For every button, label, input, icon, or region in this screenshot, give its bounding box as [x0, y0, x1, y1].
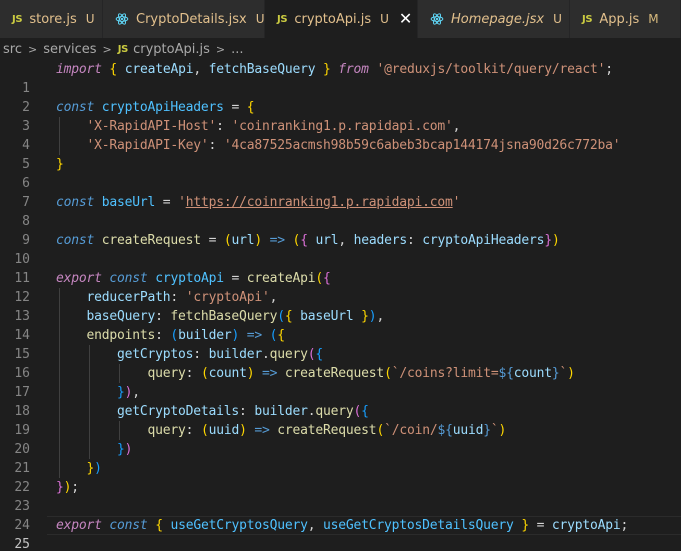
react-icon — [115, 12, 129, 26]
code-text: }) — [117, 442, 133, 457]
code-text: query: (uuid) => createRequest(`/coin/${… — [147, 423, 507, 438]
js-icon: JS — [12, 13, 23, 25]
tab-label: Homepage.jsx — [451, 11, 545, 27]
code-line: 17 query: (count) => createRequest(`/coi… — [0, 364, 681, 400]
code-text: export const cryptoApi = createApi({ — [56, 271, 331, 286]
js-icon: JS — [277, 13, 288, 25]
code-line: 5 'X-RapidAPI-Key': '4ca87525acmsh98b59c… — [0, 136, 681, 172]
code-line: 12 export const cryptoApi = createApi({ — [0, 269, 681, 305]
react-icon — [430, 12, 444, 26]
tab-cryptodetails-jsx[interactable]: CryptoDetails.jsx U — [103, 0, 265, 38]
code-line: 13 reducerPath: 'cryptoApi', — [0, 288, 681, 324]
code-text: reducerPath: 'cryptoApi', — [86, 290, 278, 305]
code-line: 11 — [0, 250, 681, 286]
base-url-link[interactable]: https://coinranking1.p.rapidapi.com — [186, 195, 453, 210]
code-line: 8 const baseUrl = 'https://coinranking1.… — [0, 193, 681, 229]
tab-label: cryptoApi.js — [294, 11, 372, 27]
code-line-current[interactable]: 25 export const { useGetCryptosQuery, us… — [0, 516, 681, 551]
tab-homepage-jsx[interactable]: Homepage.jsx U — [418, 0, 570, 38]
chevron-right-icon: > — [215, 42, 226, 56]
code-line: 18 }), — [0, 383, 681, 419]
code-text: }); — [56, 480, 79, 495]
code-text: }) — [86, 461, 102, 476]
code-text: 'X-RapidAPI-Key': '4ca87525acmsh98b59c6a… — [86, 138, 621, 153]
breadcrumb-item-file[interactable]: cryptoApi.js — [133, 42, 210, 57]
tab-status: M — [648, 12, 659, 26]
close-icon[interactable]: ✕ — [399, 11, 412, 27]
code-line: 7 — [0, 174, 681, 210]
tab-label: store.js — [29, 11, 77, 27]
code-line: 15 endpoints: (builder) => ({ — [0, 326, 681, 362]
tab-label: CryptoDetails.jsx — [136, 11, 247, 27]
code-line: 6 } — [0, 155, 681, 191]
code-line: 21 }) — [0, 440, 681, 476]
code-text: export const { useGetCryptosQuery, useGe… — [56, 518, 629, 533]
code-text: query: (count) => createRequest(`/coins?… — [147, 366, 575, 381]
code-line: 1 import { createApi, fetchBaseQuery } f… — [0, 60, 681, 96]
code-text: getCryptos: builder.query({ — [117, 347, 324, 362]
editor-tab-bar: JS store.js U CryptoDetails.jsx U JS cry… — [0, 0, 681, 38]
tab-status: U — [255, 12, 265, 26]
code-text: baseQuery: fetchBaseQuery({ baseUrl }), — [86, 309, 385, 324]
code-line: 2 — [0, 79, 681, 115]
code-text: 'X-RapidAPI-Host': 'coinranking1.p.rapid… — [86, 119, 461, 134]
code-text: const cryptoApiHeaders = { — [56, 100, 255, 115]
code-line: 24 — [0, 497, 681, 533]
tab-status: U — [553, 12, 562, 26]
code-text: import { createApi, fetchBaseQuery } fro… — [56, 62, 613, 77]
js-icon: JS — [582, 13, 593, 25]
code-text: getCryptoDetails: builder.query({ — [117, 404, 369, 419]
code-text: } — [56, 157, 64, 172]
tab-label: App.js — [599, 11, 640, 27]
breadcrumb-item-services[interactable]: services — [43, 42, 96, 57]
breadcrumb: src > services > JS cryptoApi.js > ... — [0, 38, 681, 60]
code-line: 3 const cryptoApiHeaders = { — [0, 98, 681, 134]
code-line: 23 }); — [0, 478, 681, 514]
tab-app-js[interactable]: JS App.js M — [570, 0, 681, 38]
code-text: }), — [117, 385, 140, 400]
breadcrumb-item-symbols[interactable]: ... — [231, 42, 243, 57]
chevron-right-icon: > — [102, 42, 112, 56]
code-line: 20 query: (uuid) => createRequest(`/coin… — [0, 421, 681, 457]
code-lines: 1 import { createApi, fetchBaseQuery } f… — [0, 60, 681, 551]
code-line: 19 getCryptoDetails: builder.query({ — [0, 402, 681, 438]
line-number: 25 — [14, 537, 30, 551]
tab-cryptoapi-js[interactable]: JS cryptoApi.js U ✕ — [265, 0, 418, 38]
code-line: 9 — [0, 212, 681, 248]
code-line: 16 getCryptos: builder.query({ — [0, 345, 681, 381]
breadcrumb-item-src[interactable]: src — [3, 42, 22, 57]
tab-status: U — [85, 12, 95, 26]
code-line: 4 'X-RapidAPI-Host': 'coinranking1.p.rap… — [0, 117, 681, 153]
js-icon: JS — [117, 43, 129, 55]
code-text: const createRequest = (url) => ({ url, h… — [56, 233, 560, 248]
code-text: endpoints: (builder) => ({ — [86, 328, 286, 343]
code-text: const baseUrl = 'https://coinranking1.p.… — [56, 195, 461, 210]
code-line: 22 }) — [0, 459, 681, 495]
code-line: 14 baseQuery: fetchBaseQuery({ baseUrl }… — [0, 307, 681, 343]
tab-store-js[interactable]: JS store.js U — [0, 0, 103, 38]
tab-status: U — [380, 12, 389, 26]
code-editor-window: JS store.js U CryptoDetails.jsx U JS cry… — [0, 0, 681, 551]
code-line: 10 const createRequest = (url) => ({ url… — [0, 231, 681, 267]
chevron-right-icon: > — [27, 42, 38, 56]
code-area[interactable]: 1 import { createApi, fetchBaseQuery } f… — [0, 60, 681, 551]
